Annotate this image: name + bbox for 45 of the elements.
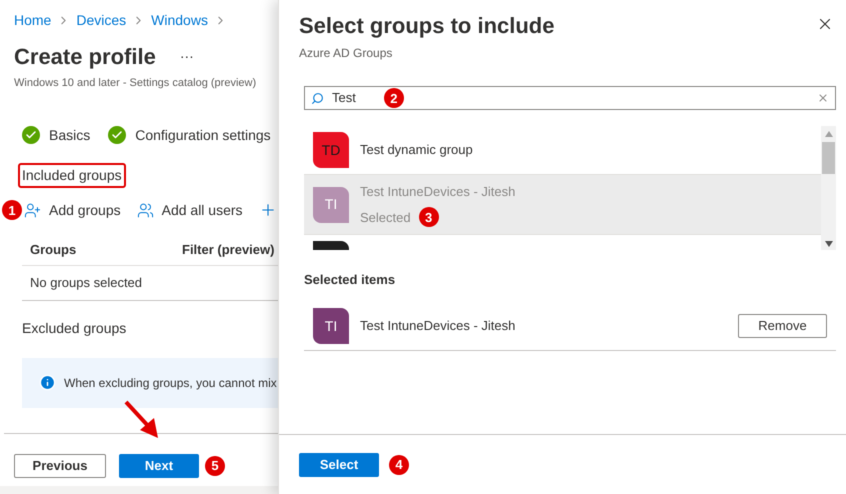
breadcrumb-link[interactable]: Devices <box>76 10 126 31</box>
scroll-thumb[interactable] <box>822 142 835 174</box>
add-user-icon <box>24 202 41 218</box>
toolbar-button[interactable]: Add groups <box>24 200 121 220</box>
group-name: Test IntuneDevices - Jitesh <box>360 182 516 201</box>
column-header: Groups <box>29 240 78 259</box>
step-marker: 5 <box>205 456 225 476</box>
info-icon <box>39 374 56 391</box>
step-marker: 1 <box>2 200 22 220</box>
group-avatar: TI <box>313 308 349 344</box>
users-icon <box>136 202 154 218</box>
scrollbar[interactable] <box>821 126 836 250</box>
next-button[interactable]: Next <box>119 454 199 478</box>
group-name: Test IntuneDevices - Jitesh <box>360 317 516 336</box>
breadcrumb-link[interactable]: Windows <box>151 10 208 31</box>
search-icon <box>311 92 324 104</box>
toolbar-button[interactable]: Add all users <box>136 200 243 220</box>
page-subtitle: Windows 10 and later - Settings catalog (preview) <box>13 76 258 91</box>
group-avatar: TI <box>313 186 349 222</box>
section-heading: Selected items <box>303 271 396 289</box>
breadcrumb-link[interactable]: Home <box>14 10 52 31</box>
clear-icon[interactable] <box>817 92 829 104</box>
empty-message: No groups selected <box>29 274 142 292</box>
step-label[interactable]: Configuration settings <box>135 124 271 146</box>
step-label[interactable]: Basics <box>49 124 90 146</box>
group-name: Test dynamic group <box>360 141 473 160</box>
group-result-row[interactable]: TI Test IntuneDevices - Jitesh Selected 3 <box>304 175 821 235</box>
step-marker: 2 <box>384 88 404 108</box>
step-marker: 4 <box>389 454 409 474</box>
info-text: When excluding groups, you cannot mix <box>64 374 277 392</box>
panel-title: Select groups to include <box>299 12 556 40</box>
selected-status: Selected <box>360 208 411 226</box>
column-header: Filter (preview) <box>182 240 274 259</box>
remove-button[interactable]: Remove <box>738 314 827 338</box>
panel-subtitle: Azure AD Groups <box>298 45 394 62</box>
section-heading: Excluded groups <box>21 318 128 338</box>
more-button[interactable]: ··· <box>180 46 194 67</box>
scroll-down-icon[interactable] <box>824 241 832 247</box>
page-title: Create profile <box>14 43 156 71</box>
select-button[interactable]: Select <box>299 452 379 476</box>
section-heading: Included groups <box>18 162 126 188</box>
previous-button[interactable]: Previous <box>14 454 106 478</box>
group-avatar: TD <box>313 132 349 168</box>
step-marker: 3 <box>418 207 439 228</box>
search-field[interactable]: Test 2 <box>304 86 836 110</box>
